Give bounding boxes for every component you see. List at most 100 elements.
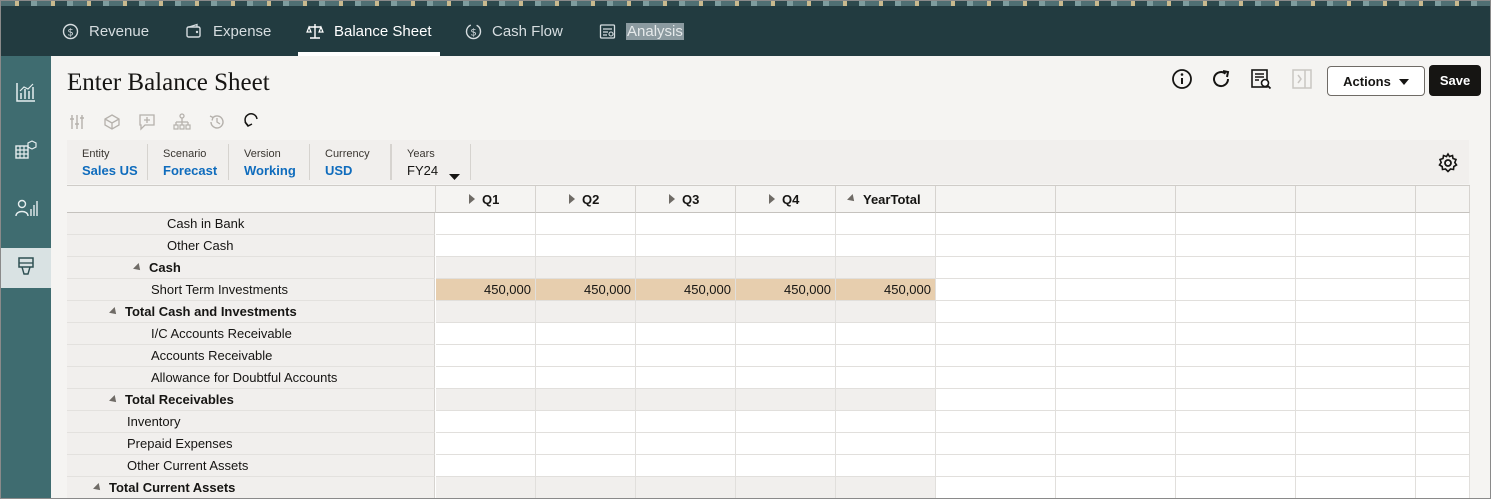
grid-cell[interactable] (736, 213, 836, 235)
pov-value[interactable]: Working (244, 163, 309, 178)
collapse-icon[interactable] (109, 306, 119, 317)
grid-cell[interactable] (736, 257, 836, 279)
grid-cell[interactable] (736, 433, 836, 455)
grid-cell[interactable] (636, 411, 736, 433)
collapse-icon[interactable] (93, 482, 103, 493)
actions-button[interactable]: Actions (1327, 66, 1425, 96)
pov-value[interactable]: Forecast (163, 163, 228, 178)
grid-cell[interactable] (436, 455, 536, 477)
refresh-button[interactable] (1208, 68, 1234, 94)
pov-value[interactable]: FY24 (407, 163, 470, 178)
tab-analysis[interactable]: Analysis (598, 6, 684, 56)
undo-icon[interactable] (242, 112, 262, 132)
rail-forms[interactable] (1, 248, 51, 288)
row-header[interactable]: Allowance for Doubtful Accounts (67, 367, 435, 389)
grid-cell[interactable]: 450,000 (636, 279, 736, 301)
grid-cell[interactable]: 450,000 (736, 279, 836, 301)
grid-cell[interactable] (836, 323, 936, 345)
collapse-icon[interactable] (847, 194, 857, 204)
grid-cell[interactable] (436, 367, 536, 389)
grid-cell[interactable] (536, 345, 636, 367)
save-button[interactable]: Save (1429, 65, 1481, 96)
grid-cell[interactable] (636, 367, 736, 389)
row-header[interactable]: I/C Accounts Receivable (67, 323, 435, 345)
grid-cell[interactable] (736, 411, 836, 433)
grid-cell[interactable] (436, 323, 536, 345)
row-header[interactable]: Cash in Bank (67, 213, 435, 235)
search-report-button[interactable] (1248, 68, 1274, 94)
gear-icon[interactable] (1437, 152, 1459, 174)
grid-cell[interactable] (436, 213, 536, 235)
grid-cell[interactable] (636, 389, 736, 411)
grid-cell[interactable] (536, 411, 636, 433)
row-header[interactable]: Other Cash (67, 235, 435, 257)
grid-cell[interactable] (636, 455, 736, 477)
row-header[interactable]: Short Term Investments (67, 279, 435, 301)
grid-cell[interactable] (436, 301, 536, 323)
history-icon[interactable] (207, 112, 227, 132)
grid-cell[interactable] (836, 367, 936, 389)
grid-cell[interactable] (636, 301, 736, 323)
grid-cell[interactable] (836, 257, 936, 279)
grid-cell[interactable] (436, 235, 536, 257)
grid-cell[interactable] (736, 235, 836, 257)
grid-cell[interactable] (836, 411, 936, 433)
grid-cell[interactable] (836, 477, 936, 498)
caret-down-icon[interactable] (449, 168, 460, 186)
grid-cell[interactable] (536, 235, 636, 257)
column-header[interactable]: YearTotal (836, 186, 936, 213)
rail-analytics[interactable] (1, 190, 51, 230)
grid-cell[interactable] (836, 235, 936, 257)
grid-cell[interactable] (636, 345, 736, 367)
grid-cell[interactable] (436, 477, 536, 498)
grid-cell[interactable] (636, 213, 736, 235)
row-header[interactable]: Cash (67, 257, 435, 279)
row-header[interactable]: Total Receivables (67, 389, 435, 411)
expand-icon[interactable] (569, 194, 575, 204)
expand-icon[interactable] (469, 194, 475, 204)
tab-expense[interactable]: Expense (185, 6, 271, 56)
grid-cell[interactable] (836, 345, 936, 367)
pov-value[interactable]: Sales US (82, 163, 147, 178)
grid-cell[interactable] (636, 323, 736, 345)
grid-cell[interactable] (836, 301, 936, 323)
grid-cell[interactable] (436, 389, 536, 411)
grid-cell[interactable] (436, 411, 536, 433)
grid-cell[interactable] (736, 301, 836, 323)
tab-balance-sheet[interactable]: Balance Sheet (298, 6, 440, 56)
grid-cell[interactable] (736, 389, 836, 411)
column-header[interactable]: Q4 (736, 186, 836, 213)
collapse-icon[interactable] (109, 394, 119, 405)
pov-scenario[interactable]: Scenario Forecast (148, 144, 229, 180)
grid-cell[interactable] (536, 323, 636, 345)
grid-cell[interactable] (536, 477, 636, 498)
pov-currency[interactable]: Currency USD (310, 144, 391, 180)
column-header[interactable]: Q3 (636, 186, 736, 213)
info-button[interactable] (1169, 68, 1195, 94)
grid-cell[interactable] (636, 235, 736, 257)
grid-cell[interactable] (536, 213, 636, 235)
row-header[interactable]: Accounts Receivable (67, 345, 435, 367)
tab-revenue[interactable]: $ Revenue (61, 6, 149, 56)
grid-cell[interactable] (736, 455, 836, 477)
grid-cell[interactable] (536, 433, 636, 455)
grid-cell[interactable] (536, 257, 636, 279)
column-header[interactable]: Q2 (536, 186, 636, 213)
grid-cell[interactable] (636, 477, 736, 498)
expand-icon[interactable] (669, 194, 675, 204)
grid-cell[interactable] (736, 323, 836, 345)
grid-cell[interactable] (636, 257, 736, 279)
hierarchy-icon[interactable] (172, 112, 192, 132)
row-header[interactable]: Total Current Assets (67, 477, 435, 498)
tab-cash-flow[interactable]: $ Cash Flow (464, 6, 563, 56)
grid-cell[interactable]: 450,000 (436, 279, 536, 301)
cube-icon[interactable] (102, 112, 122, 132)
grid-cell[interactable] (436, 433, 536, 455)
rail-data-grid[interactable] (1, 132, 51, 172)
collapse-panel-button[interactable] (1289, 68, 1315, 94)
grid-cell[interactable] (536, 301, 636, 323)
pov-entity[interactable]: Entity Sales US (67, 144, 148, 180)
expand-icon[interactable] (769, 194, 775, 204)
grid-cell[interactable] (536, 455, 636, 477)
grid-cell[interactable] (836, 213, 936, 235)
